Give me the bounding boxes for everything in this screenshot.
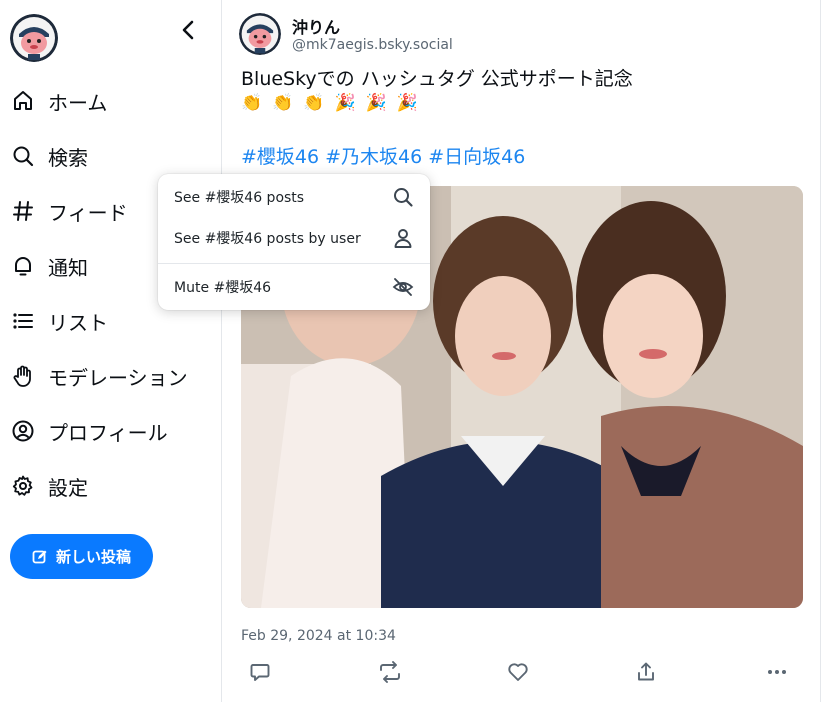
menu-item-label: See #櫻坂46 posts by user [174,231,361,247]
nav-notifications-label: 通知 [48,255,88,280]
menu-item-label: Mute #櫻坂46 [174,280,272,296]
hashtag-link[interactable]: #乃木坂46 [325,142,422,169]
nav-lists[interactable]: リスト [10,303,108,339]
hashtag-link[interactable]: #日向坂46 [428,142,525,169]
repost-icon [380,661,400,683]
reply-button[interactable] [244,656,276,688]
user-circle-icon [10,418,36,444]
hand-icon [10,363,36,389]
home-icon [10,88,36,114]
new-post-label: 新しい投稿 [55,548,131,566]
collapse-sidebar-button[interactable] [176,18,200,42]
nav-moderation-label: モデレーション [48,365,188,390]
nav-feeds-label: フィード [48,200,128,225]
nav-moderation[interactable]: モデレーション [10,358,188,394]
menu-item-see-posts[interactable]: See #櫻坂46 posts [158,175,430,219]
nav-feeds[interactable]: フィード [10,193,128,229]
nav-lists-label: リスト [48,310,108,335]
menu-item-label: See #櫻坂46 posts [174,190,305,206]
clap-emoji: 👏 [303,93,325,113]
clap-emoji: 👏 [241,93,263,113]
author-handle[interactable]: @mk7aegis.bsky.social [292,37,453,53]
share-icon [638,662,654,681]
nav-settings[interactable]: 設定 [10,468,88,504]
nav-search-label: 検索 [48,145,88,170]
ellipsis-icon [768,670,786,674]
post-author-avatar[interactable] [239,13,281,55]
chevron-left-icon [182,20,194,40]
nav-home-label: ホーム [48,90,108,115]
nav-profile[interactable]: プロフィール [10,413,168,449]
hashtag-link[interactable]: #櫻坂46 [241,142,319,169]
nav-profile-label: プロフィール [48,420,168,445]
gear-icon [10,473,36,499]
repost-button[interactable] [374,656,406,688]
menu-divider [158,263,430,264]
more-options-button[interactable] [761,656,793,688]
new-post-button[interactable]: 新しい投稿 [10,534,153,579]
sidebar: ホーム 検索 フィード 通知 リスト モデレーション プロフィール 設定 新しい… [0,0,220,702]
menu-item-see-posts-by-user[interactable]: See #櫻坂46 posts by user [158,216,430,260]
nav-notifications[interactable]: 通知 [10,248,88,284]
bell-icon [10,253,36,279]
nav-settings-label: 設定 [48,475,88,500]
nav-home[interactable]: ホーム [10,83,107,119]
post-timestamp[interactable]: Feb 29, 2024 at 10:34 [241,628,396,644]
nav-search[interactable]: 検索 [10,138,88,174]
hashtag-menu: See #櫻坂46 posts See #櫻坂46 posts by user … [158,174,430,310]
person-icon [394,229,412,248]
party-popper-emoji: 🎉 [365,93,387,113]
post-text: BlueSkyでの ハッシュタグ 公式サポート記念 [241,68,633,90]
list-icon [10,308,36,334]
menu-item-mute[interactable]: Mute #櫻坂46 [158,265,430,309]
eye-slash-icon [392,278,414,296]
search-icon [394,188,413,207]
heart-icon [508,663,528,681]
search-icon [10,143,36,169]
hash-icon [10,198,36,224]
post-emojis: 👏 👏 👏 🎉 🎉 🎉 [241,93,418,113]
edit-icon [32,550,47,563]
hashtag-list: #櫻坂46 #乃木坂46 #日向坂46 [241,142,525,169]
reply-icon [250,664,270,681]
post-actions [222,656,821,688]
avatar[interactable] [10,14,58,62]
share-button[interactable] [630,656,662,688]
party-popper-emoji: 🎉 [396,93,419,113]
post-thread: 沖りん @mk7aegis.bsky.social BlueSkyでの ハッシュ… [221,0,821,702]
author-display-name[interactable]: 沖りん [292,14,340,38]
party-popper-emoji: 🎉 [334,93,356,113]
like-button[interactable] [502,656,534,688]
clap-emoji: 👏 [272,93,294,113]
